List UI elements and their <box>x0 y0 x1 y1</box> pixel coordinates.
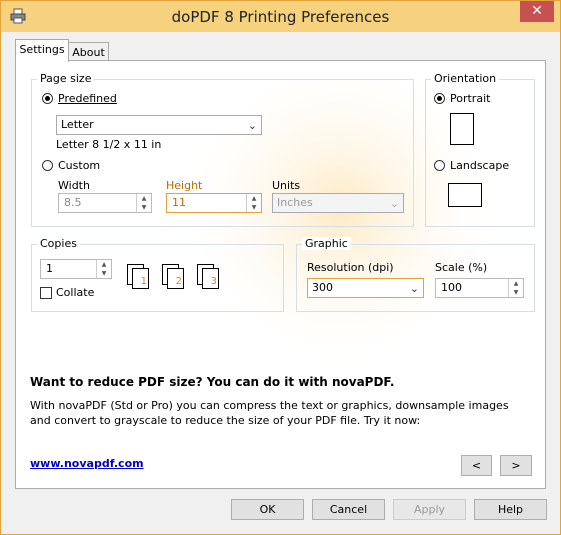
spin-arrows-icon[interactable]: ▲ ▼ <box>246 194 261 212</box>
scale-input[interactable]: 100 ▲ ▼ <box>435 278 524 298</box>
portrait-radio[interactable] <box>434 93 445 104</box>
copies-input[interactable]: 1 ▲ ▼ <box>40 259 112 279</box>
collate-checkbox[interactable] <box>40 287 52 299</box>
scale-label: Scale (%) <box>435 261 488 274</box>
title-bar[interactable]: doPDF 8 Printing Preferences ✕ <box>1 1 560 32</box>
window-title: doPDF 8 Printing Preferences <box>171 8 390 26</box>
graphic-legend: Graphic <box>302 237 351 250</box>
cancel-button[interactable]: Cancel <box>312 499 385 520</box>
promo-body: With novaPDF (Std or Pro) you can compre… <box>30 399 509 427</box>
width-input[interactable]: 8.5 ▲ ▼ <box>58 193 152 213</box>
height-label: Height <box>166 179 203 192</box>
collate-label[interactable]: Collate <box>56 286 94 299</box>
units-value: Inches <box>277 196 313 209</box>
settings-panel: Page size Predefined Letter ⌄ Letter 8 1… <box>15 60 546 489</box>
apply-button[interactable]: Apply <box>393 499 466 520</box>
dialog-window: doPDF 8 Printing Preferences ✕ Settings … <box>0 0 561 535</box>
copy-page-front: 3 <box>202 268 219 289</box>
resolution-dropdown[interactable]: 300 ⌄ <box>307 278 424 298</box>
scale-value: 100 <box>441 281 462 294</box>
copies-value: 1 <box>46 262 53 275</box>
units-label: Units <box>272 179 301 192</box>
spin-arrows-icon[interactable]: ▲ ▼ <box>508 279 523 297</box>
resolution-label: Resolution (dpi) <box>307 261 394 274</box>
tab-settings[interactable]: Settings <box>15 39 69 62</box>
page-size-group: Page size Predefined Letter ⌄ Letter 8 1… <box>31 72 414 227</box>
landscape-radio[interactable] <box>434 160 445 171</box>
height-value: 11 <box>172 196 186 209</box>
copy-page-front: 2 <box>167 268 184 289</box>
portrait-page-icon <box>450 113 474 145</box>
page-size-legend: Page size <box>37 72 95 85</box>
next-button[interactable]: > <box>500 455 532 476</box>
spin-arrows-icon[interactable]: ▲ ▼ <box>136 194 151 212</box>
page-size-dropdown[interactable]: Letter ⌄ <box>56 115 262 135</box>
resolution-value: 300 <box>312 281 333 294</box>
close-button[interactable]: ✕ <box>520 1 554 22</box>
custom-label[interactable]: Custom <box>58 159 100 172</box>
units-dropdown[interactable]: Inches ⌄ <box>272 193 404 213</box>
height-input[interactable]: 11 ▲ ▼ <box>166 193 262 213</box>
close-icon: ✕ <box>531 3 543 19</box>
predefined-radio[interactable] <box>42 93 53 104</box>
copies-legend: Copies <box>37 237 80 250</box>
chevron-down-icon: ⌄ <box>409 282 419 295</box>
copies-group: Copies 1 ▲▼ Collate 1 1 2 2 3 3 <box>31 237 284 312</box>
chevron-down-icon: ⌄ <box>247 119 257 132</box>
width-value: 8.5 <box>64 196 82 209</box>
predefined-label[interactable]: Predefined <box>58 92 117 105</box>
graphic-group: Graphic Resolution (dpi) 300 ⌄ Scale (%)… <box>296 237 535 312</box>
width-label: Width <box>58 179 90 192</box>
chevron-down-icon: ⌄ <box>389 197 399 210</box>
prev-button[interactable]: < <box>461 455 492 476</box>
custom-radio[interactable] <box>42 160 53 171</box>
help-button[interactable]: Help <box>474 499 547 520</box>
landscape-label[interactable]: Landscape <box>450 159 509 172</box>
copy-page-front: 1 <box>132 268 149 289</box>
orientation-legend: Orientation <box>431 72 500 85</box>
orientation-group: Orientation Portrait Landscape <box>425 72 535 227</box>
ok-button[interactable]: OK <box>231 499 304 520</box>
page-size-value: Letter <box>61 118 94 131</box>
promo-headline: Want to reduce PDF size? You can do it w… <box>30 375 395 389</box>
portrait-label[interactable]: Portrait <box>450 92 490 105</box>
novapdf-link[interactable]: www.novapdf.com <box>30 457 144 470</box>
page-size-description: Letter 8 1/2 x 11 in <box>56 138 162 151</box>
spin-arrows-icon[interactable]: ▲ ▼ <box>96 260 111 278</box>
landscape-page-icon <box>448 183 482 207</box>
